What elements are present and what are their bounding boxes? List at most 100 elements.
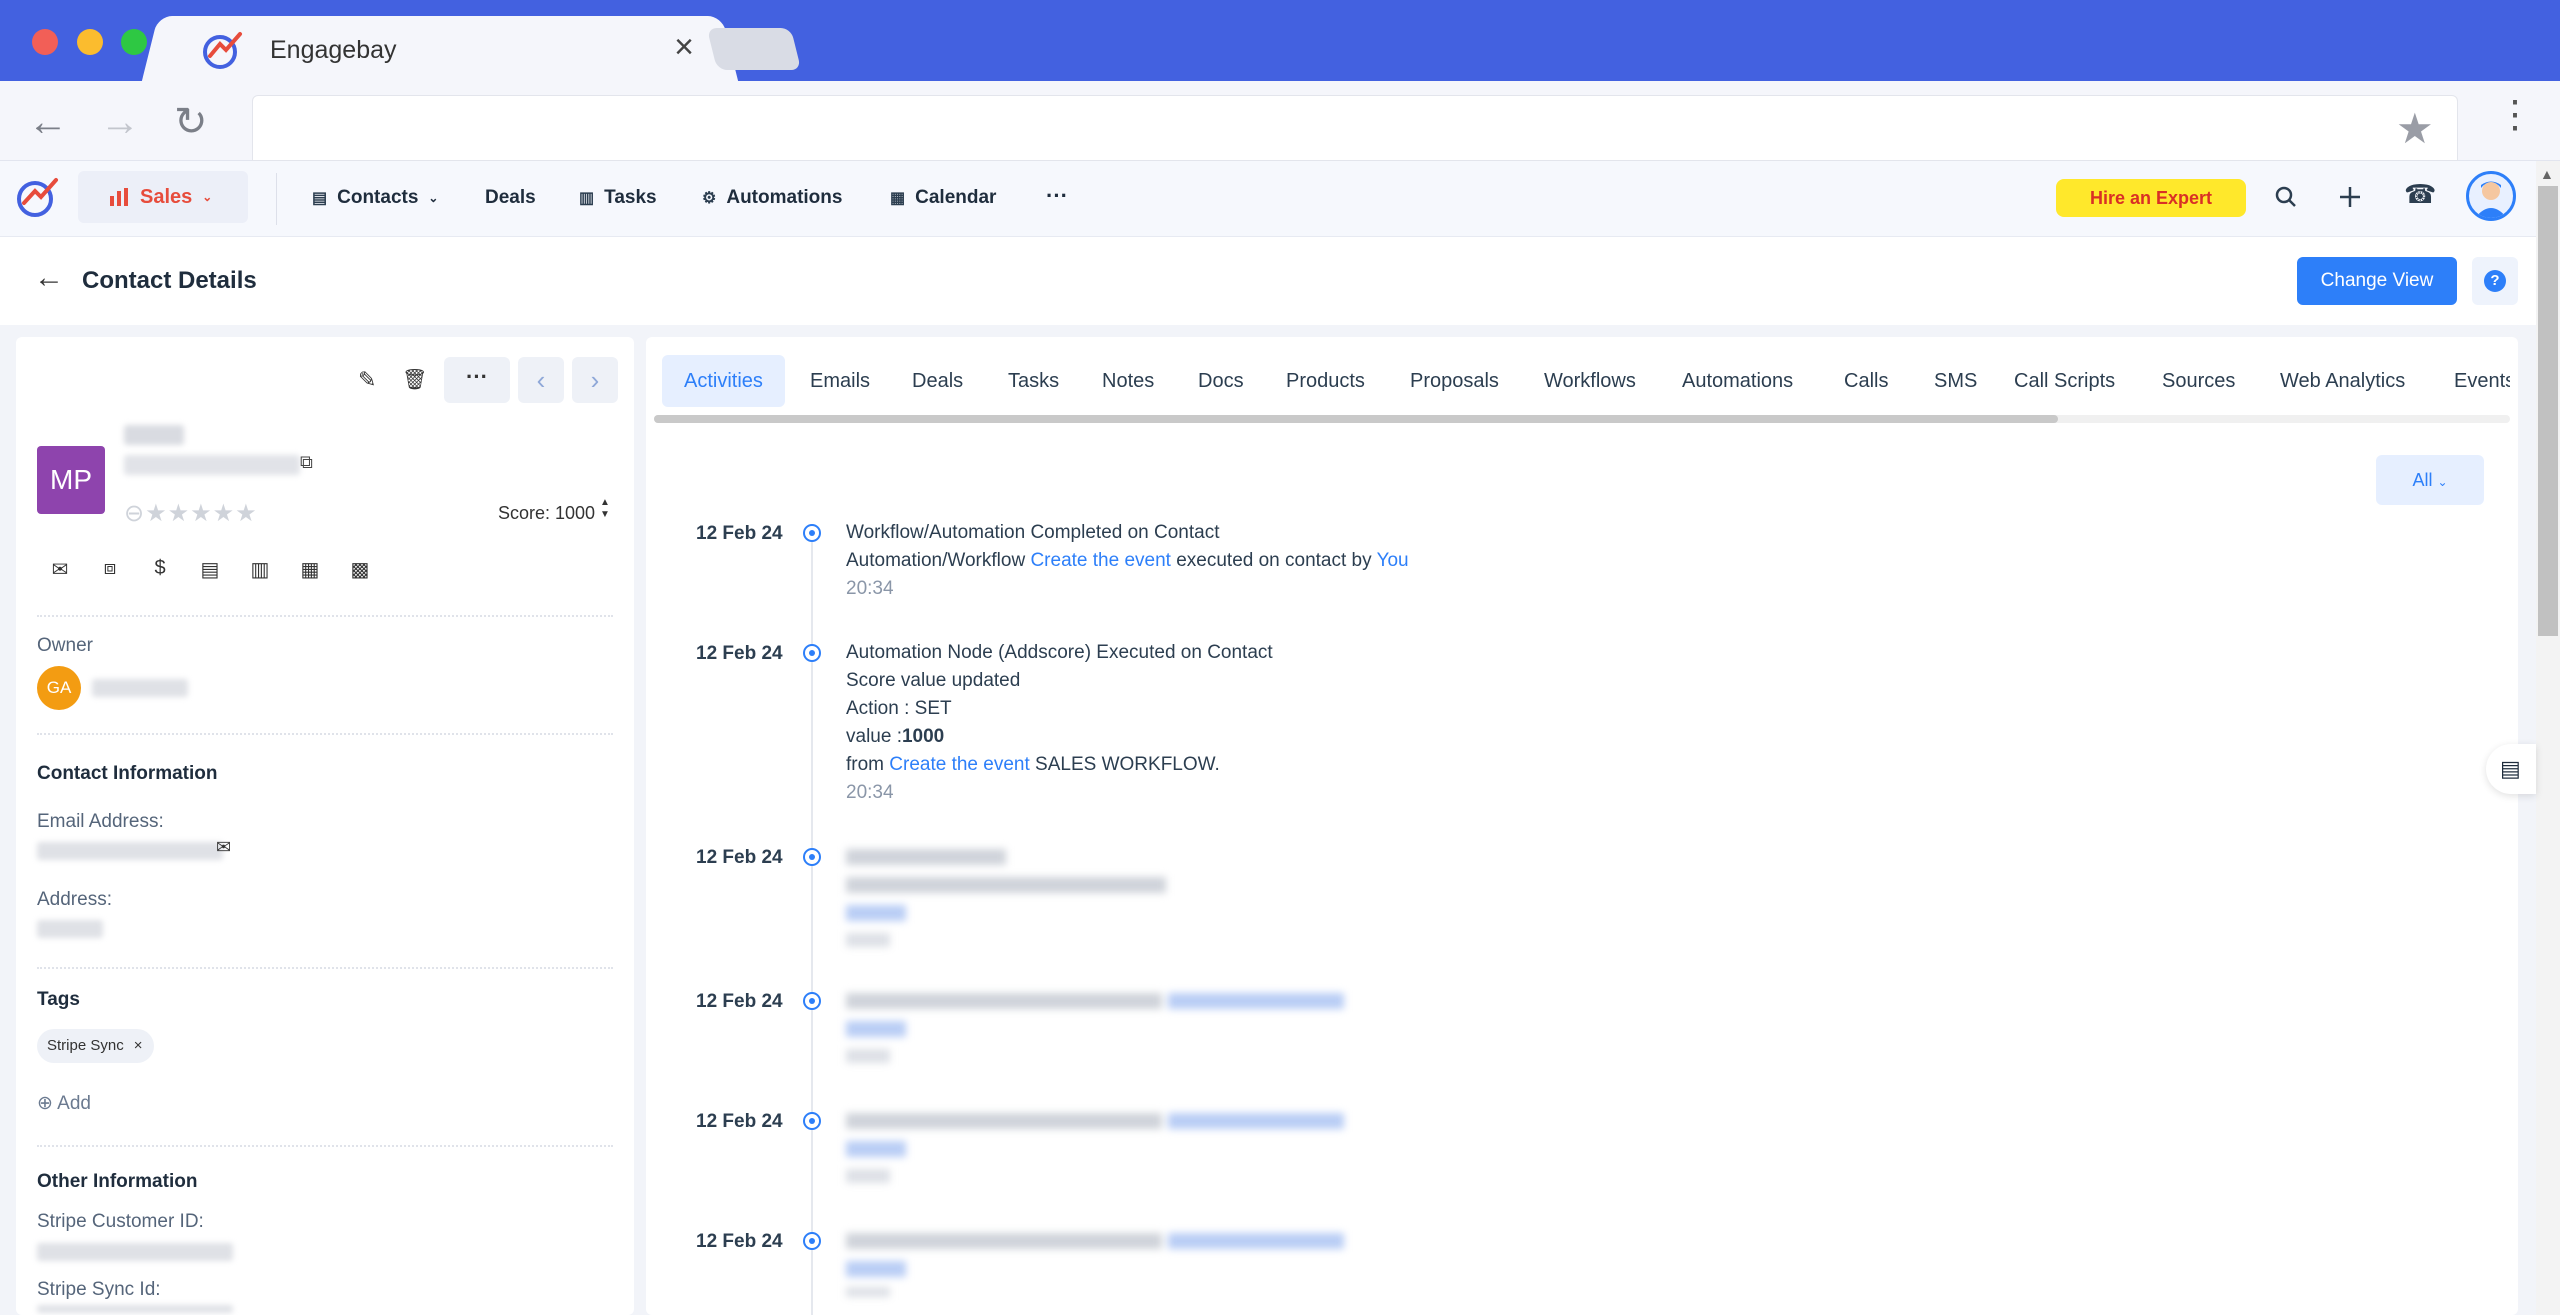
email-icon[interactable]: ✉: [216, 837, 231, 858]
tab-emails[interactable]: Emails: [810, 355, 870, 407]
calendar-icon[interactable]: ▦: [300, 557, 320, 582]
phone-icon[interactable]: ☎: [2404, 181, 2436, 207]
engagebay-logo-icon: [203, 32, 242, 69]
tab-products[interactable]: Products: [1286, 355, 1365, 407]
bar-chart-icon: [110, 188, 128, 206]
user-link[interactable]: You: [1377, 550, 1409, 571]
activity-date: 12 Feb 24: [696, 991, 783, 1012]
reload-icon[interactable]: ↻: [174, 102, 208, 142]
timeline-dot-icon: [803, 1112, 821, 1130]
tab-workflows[interactable]: Workflows: [1544, 355, 1636, 407]
tab-proposals[interactable]: Proposals: [1410, 355, 1499, 407]
edit-icon[interactable]: ✎: [358, 367, 376, 393]
address-value-redacted: [37, 920, 103, 938]
activity-item-redacted: [846, 843, 1166, 947]
copy-icon[interactable]: ⧉: [300, 452, 313, 473]
nav-deals-label: Deals: [485, 187, 536, 208]
contact-tabs: Activities Emails Deals Tasks Notes Docs…: [646, 355, 2518, 407]
user-avatar[interactable]: [2466, 171, 2516, 221]
scroll-up-icon[interactable]: ▲: [2540, 166, 2554, 182]
tab-automations[interactable]: Automations: [1682, 355, 1793, 407]
add-tag-button[interactable]: ⊕ Add: [37, 1092, 91, 1115]
section-divider: [37, 967, 613, 969]
nav-tasks[interactable]: ▥ Tasks: [579, 187, 657, 209]
close-window-button[interactable]: [32, 29, 58, 55]
nav-divider: [276, 173, 277, 225]
remove-tag-icon[interactable]: ×: [134, 1029, 143, 1063]
module-switcher[interactable]: Sales ⌄: [78, 171, 248, 223]
more-menu-icon[interactable]: ···: [1046, 183, 1068, 209]
tag-chip[interactable]: Stripe Sync ×: [37, 1029, 155, 1063]
tabs-scrollbar-thumb[interactable]: [654, 415, 2058, 423]
section-divider: [37, 1145, 613, 1147]
form-icon[interactable]: ▩: [350, 557, 370, 582]
app-top-nav: Sales ⌄ ▤ Contacts ⌄ Deals ▥ Tasks ⚙ Aut…: [0, 161, 2536, 237]
tab-activities[interactable]: Activities: [662, 355, 785, 407]
activity-text: Automation/Workflow: [846, 550, 1031, 571]
tab-call-scripts[interactable]: Call Scripts: [2014, 355, 2115, 407]
forward-icon[interactable]: →: [100, 102, 140, 142]
previous-contact-button[interactable]: ‹: [518, 357, 564, 403]
back-icon[interactable]: ←: [28, 102, 68, 142]
nav-contacts[interactable]: ▤ Contacts ⌄: [312, 187, 438, 209]
new-tab-button[interactable]: [706, 28, 802, 70]
owner-name-redacted: [92, 679, 188, 697]
search-icon[interactable]: [2274, 185, 2298, 209]
activity-filter-dropdown[interactable]: All ⌄: [2376, 455, 2484, 505]
deal-icon[interactable]: ⧈: [100, 557, 120, 582]
address-bar[interactable]: [252, 95, 2458, 161]
tab-close-icon[interactable]: ×: [674, 30, 694, 64]
nav-automations[interactable]: ⚙ Automations: [702, 187, 842, 209]
workflow-link[interactable]: Create the event: [1030, 550, 1170, 571]
stripe-customer-id-label: Stripe Customer ID:: [37, 1211, 204, 1232]
address-label: Address:: [37, 889, 112, 910]
contact-email-redacted: [124, 455, 300, 475]
minimize-window-button[interactable]: [77, 29, 103, 55]
owner-label: Owner: [37, 635, 93, 656]
tab-sources[interactable]: Sources: [2162, 355, 2235, 407]
more-actions-button[interactable]: ···: [444, 357, 510, 403]
tab-calls[interactable]: Calls: [1844, 355, 1888, 407]
tab-sms[interactable]: SMS: [1934, 355, 1977, 407]
nav-deals[interactable]: Deals: [485, 187, 536, 209]
ticket-icon[interactable]: ▤: [200, 557, 220, 582]
activity-detail: value :1000: [846, 723, 1273, 751]
tab-web-analytics[interactable]: Web Analytics: [2280, 355, 2405, 407]
hire-expert-button[interactable]: Hire an Expert: [2056, 179, 2246, 217]
star-rating[interactable]: ⊖★★★★★: [124, 499, 258, 528]
note-icon[interactable]: ▥: [250, 557, 270, 582]
nav-contacts-label: Contacts: [337, 187, 419, 208]
tab-deals[interactable]: Deals: [912, 355, 963, 407]
email-icon[interactable]: ✉: [50, 557, 70, 582]
calendar-icon: ▦: [890, 190, 906, 207]
activity-time: 20:34: [846, 782, 894, 803]
browser-menu-icon[interactable]: ⋮: [2496, 96, 2534, 134]
stripe-customer-id-redacted: [37, 1243, 233, 1261]
tab-tasks[interactable]: Tasks: [1008, 355, 1059, 407]
tab-notes[interactable]: Notes: [1102, 355, 1154, 407]
score-stepper-icon[interactable]: ▲ ▼: [600, 497, 610, 521]
plus-icon[interactable]: [2338, 185, 2362, 209]
chat-widget-button[interactable]: ▤: [2486, 744, 2536, 794]
page-scrollbar-thumb[interactable]: [2538, 186, 2558, 636]
help-button[interactable]: ?: [2472, 257, 2518, 305]
maximize-window-button[interactable]: [121, 29, 147, 55]
tab-docs[interactable]: Docs: [1198, 355, 1244, 407]
back-arrow-icon[interactable]: ←: [34, 261, 64, 295]
trash-icon[interactable]: 🗑: [402, 367, 427, 392]
tag-label: Stripe Sync: [47, 1037, 124, 1054]
dollar-icon[interactable]: $: [150, 557, 170, 582]
browser-tab-engagebay[interactable]: Engagebay ×: [170, 16, 710, 81]
contact-avatar: MP: [37, 446, 105, 514]
workflow-link[interactable]: Create the event: [889, 754, 1029, 775]
bookmark-star-icon[interactable]: ★: [2396, 104, 2434, 153]
tasks-icon: ▥: [579, 190, 595, 207]
tab-events[interactable]: Events: [2454, 355, 2510, 407]
activity-title: Automation Node (Addscore) Executed on C…: [846, 642, 1273, 663]
activity-item: Workflow/Automation Completed on Contact…: [846, 519, 1409, 603]
next-contact-button[interactable]: ›: [572, 357, 618, 403]
email-value-redacted: [37, 842, 223, 860]
engagebay-logo-icon[interactable]: [14, 175, 60, 219]
change-view-button[interactable]: Change View: [2297, 257, 2457, 305]
nav-calendar[interactable]: ▦ Calendar: [890, 187, 996, 209]
